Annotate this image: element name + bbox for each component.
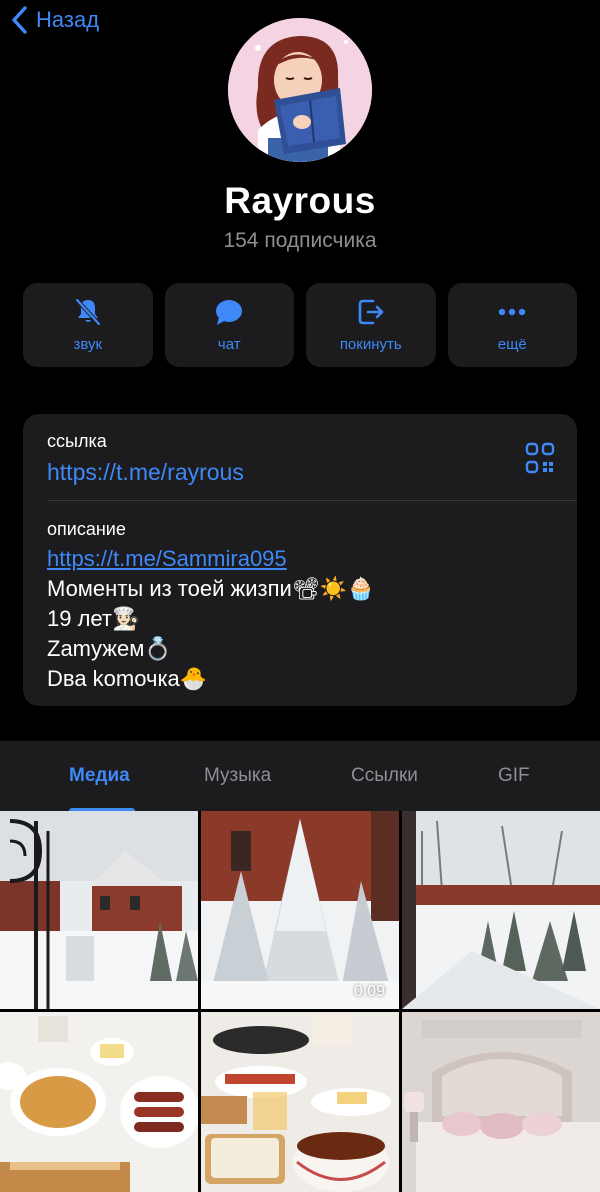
mute-button[interactable]: звук: [23, 283, 153, 367]
media-thumbnail[interactable]: [402, 811, 600, 1009]
qr-code-icon[interactable]: [525, 442, 555, 474]
info-divider: [47, 500, 577, 501]
bedroom-photo: [402, 1012, 600, 1192]
channel-avatar[interactable]: [228, 18, 372, 162]
media-thumbnail[interactable]: [0, 811, 198, 1009]
media-tabs: Медиа Музыка Ссылки GIF: [0, 741, 600, 811]
tea-breakfast-photo: [201, 1012, 399, 1192]
description-line: Моменты из тоей жизпи📽☀️🧁: [47, 576, 375, 601]
bell-slash-icon: [75, 298, 101, 326]
description-link[interactable]: https://t.me/Sammira095: [47, 544, 561, 574]
channel-info-card: ссылка https://t.me/rayrous описание htt…: [23, 414, 577, 706]
subscriber-count: 154 подписчика: [223, 229, 377, 252]
mute-button-label: звук: [73, 336, 103, 353]
snowy-garden-photo: [402, 811, 600, 1009]
more-dots-icon: [499, 308, 526, 316]
more-button[interactable]: ещё: [447, 283, 577, 367]
back-button-label: Назад: [36, 7, 100, 32]
video-duration: 0:09: [353, 983, 385, 1000]
chat-button-label: чат: [217, 336, 241, 353]
media-thumbnail[interactable]: [0, 1012, 198, 1192]
media-grid: 0:09: [0, 811, 600, 1192]
description-line: Zаmужем💍: [47, 636, 172, 661]
snowy-yard-photo: [0, 811, 198, 1009]
leave-icon: [358, 299, 384, 325]
chat-button[interactable]: чат: [164, 283, 294, 367]
back-button[interactable]: Назад: [10, 4, 99, 36]
tab-links[interactable]: Ссылки: [351, 765, 418, 787]
snowy-tree-photo: [201, 811, 399, 1009]
tab-music[interactable]: Музыка: [204, 765, 271, 787]
tab-media[interactable]: Медиа: [69, 765, 130, 787]
media-thumbnail-video[interactable]: 0:09: [201, 811, 399, 1009]
channel-link[interactable]: https://t.me/rayrous: [47, 459, 244, 486]
chevron-left-icon: [12, 6, 27, 34]
action-row: звук чат покинуть ещё: [23, 283, 577, 367]
description-line: 19 лет👩🏻‍🍳: [47, 606, 140, 631]
breakfast-photo: [0, 1012, 198, 1192]
description-label: описание: [47, 519, 126, 539]
media-thumbnail[interactable]: [402, 1012, 600, 1192]
more-button-label: ещё: [497, 336, 527, 353]
media-thumbnail[interactable]: [201, 1012, 399, 1192]
tab-gif[interactable]: GIF: [498, 765, 530, 787]
chat-bubble-icon: [216, 300, 243, 325]
description-line: Dва kоmочка🐣: [47, 666, 208, 691]
leave-button[interactable]: покинуть: [306, 283, 436, 367]
channel-title: Rayrous: [224, 180, 376, 221]
link-label: ссылка: [47, 431, 107, 451]
leave-button-label: покинуть: [339, 336, 402, 353]
channel-description: https://t.me/Sammira095 Моменты из тоей …: [47, 544, 561, 694]
avatar-illustration: [228, 18, 372, 162]
